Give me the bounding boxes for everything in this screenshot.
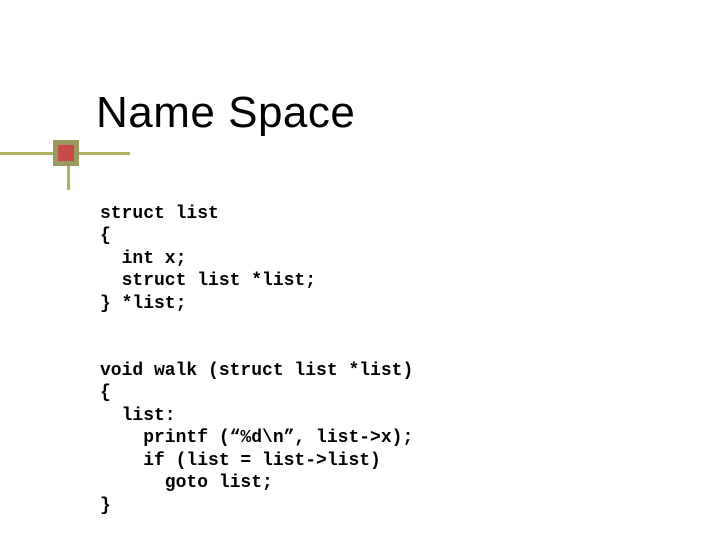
code-line: if (list = list->list) bbox=[100, 451, 381, 471]
accent-square-inner bbox=[58, 145, 74, 161]
code-line: list: bbox=[100, 406, 176, 426]
code-line: goto list; bbox=[100, 473, 273, 493]
slide-title: Name Space bbox=[96, 88, 355, 138]
code-block: struct list { int x; struct list *list; … bbox=[100, 180, 413, 540]
code-line: int x; bbox=[100, 249, 186, 269]
code-line: printf (“%d\n”, list->x); bbox=[100, 428, 413, 448]
code-line: struct list *list; bbox=[100, 271, 316, 291]
code-line: } *list; bbox=[100, 294, 186, 314]
code-line: } bbox=[100, 496, 111, 516]
code-line: { bbox=[100, 226, 111, 246]
code-blank-line bbox=[100, 315, 413, 337]
slide: Name Space struct list { int x; struct l… bbox=[0, 0, 720, 540]
title-container: Name Space bbox=[96, 88, 355, 138]
code-line: struct list bbox=[100, 204, 219, 224]
code-line: void walk (struct list *list) bbox=[100, 361, 413, 381]
code-line: { bbox=[100, 383, 111, 403]
